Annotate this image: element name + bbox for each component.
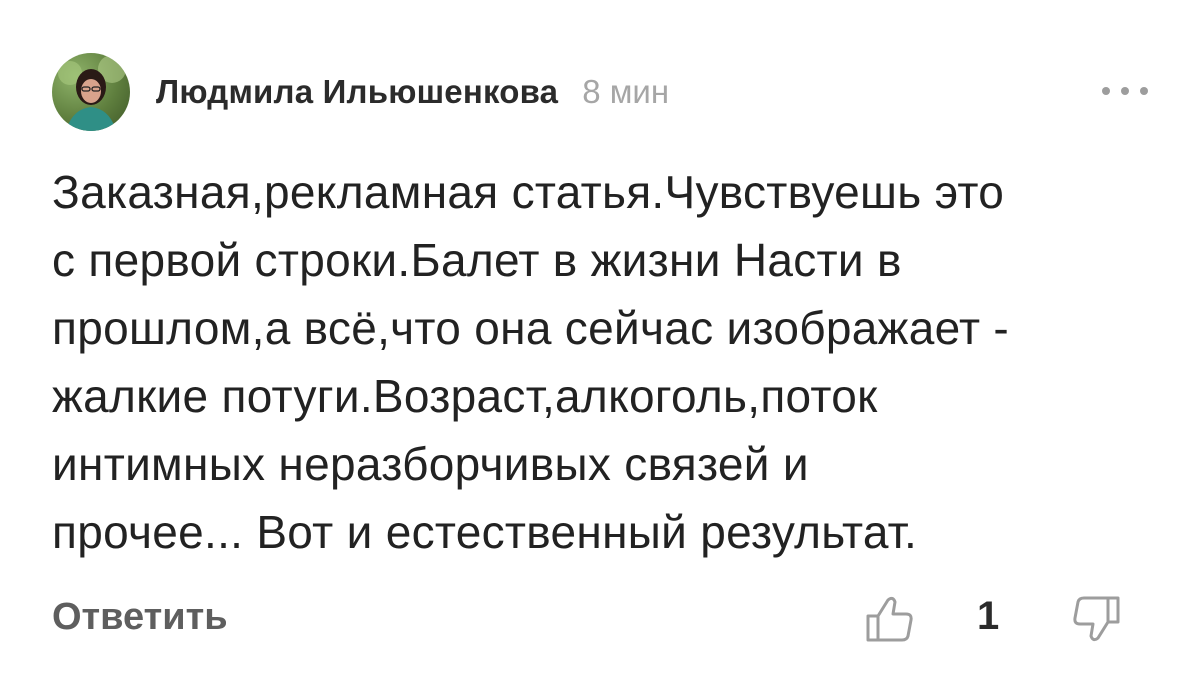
- author-name[interactable]: Людмила Ильюшенкова: [156, 73, 558, 111]
- like-count: 1: [977, 594, 1000, 638]
- comment-text: Заказная,рекламная статья.Чувствуешь это…: [52, 166, 1010, 558]
- comment-card: Людмила Ильюшенкова 8 мин Заказная,рекла…: [0, 0, 1200, 681]
- more-dots-icon[interactable]: [1102, 76, 1148, 106]
- avatar[interactable]: [52, 53, 130, 131]
- more-dot: [1140, 87, 1148, 95]
- reply-button[interactable]: Ответить: [52, 596, 228, 639]
- thumbs-up-icon[interactable]: [862, 592, 916, 646]
- comment-header: Людмила Ильюшенкова 8 мин: [52, 52, 1148, 132]
- more-dot: [1121, 87, 1129, 95]
- thumbs-down-icon[interactable]: [1070, 592, 1124, 646]
- comment-actions: Ответить 1: [52, 588, 1148, 652]
- comment-time: 8 мин: [582, 73, 670, 110]
- more-dot: [1102, 87, 1110, 95]
- avatar-photo: [58, 55, 126, 131]
